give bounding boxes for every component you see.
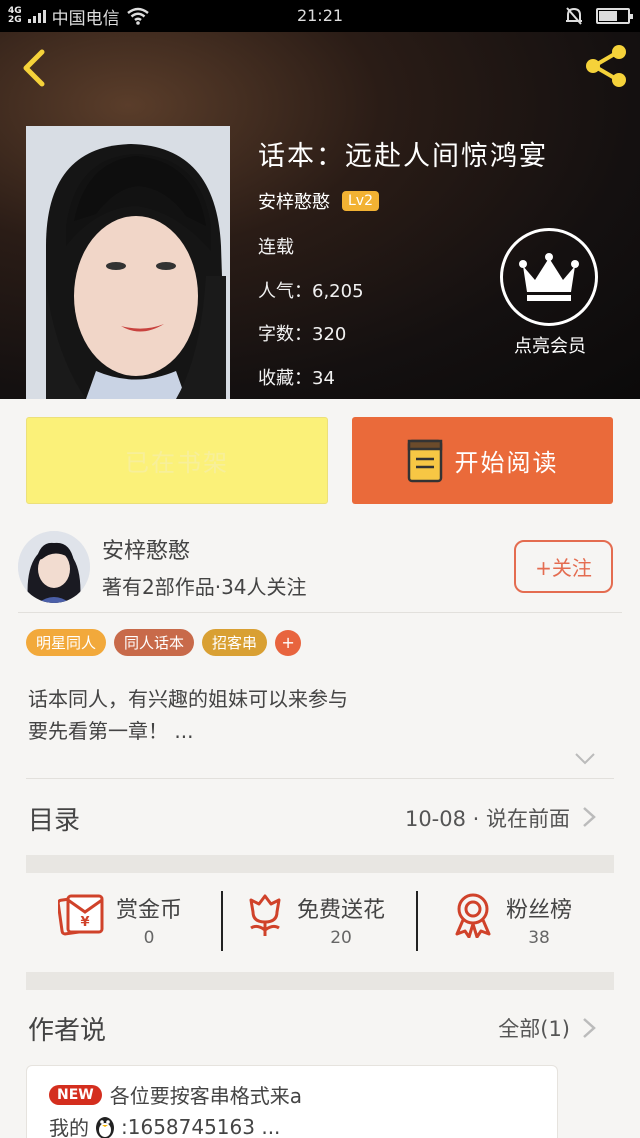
follow-label: +关注 — [535, 556, 592, 580]
vip-label: 点亮会员 — [514, 336, 586, 357]
stat-label: 赏金币 — [116, 898, 183, 923]
popularity: 人气：6,205 — [258, 281, 364, 302]
stat-value: 0 — [143, 928, 155, 948]
medal-icon — [455, 893, 491, 938]
clock: 21:21 — [296, 6, 344, 25]
serial-status: 连载 — [258, 237, 294, 258]
stat-label: 免费送花 — [297, 898, 386, 923]
tag-item[interactable]: 同人话本 — [114, 629, 195, 656]
divider — [26, 778, 614, 779]
tag-item[interactable]: 招客串 — [202, 629, 268, 656]
battery-icon — [596, 8, 633, 24]
author-stats: 著有2部作品·34人关注 — [102, 575, 307, 599]
chevron-right-icon[interactable] — [582, 806, 596, 828]
on-shelf-label: 已在书架 — [125, 449, 229, 477]
catalog-label[interactable]: 目录 — [28, 800, 80, 837]
author-row: 安梓憨憨 Lv2 — [258, 188, 379, 214]
send-flowers-button[interactable]: 免费送花 20 — [245, 892, 385, 952]
svg-text:¥: ¥ — [80, 915, 89, 930]
description-line: 话本同人，有兴趣的姐妹可以来参与 — [28, 687, 348, 711]
author-says-label: 作者说 — [28, 1016, 107, 1046]
add-tag-button[interactable]: + — [275, 629, 302, 656]
author-avatar[interactable] — [18, 531, 90, 603]
book-description: 话本同人，有兴趣的姐妹可以来参与 要先看第一章！ ... — [28, 683, 588, 747]
chevron-right-icon[interactable] — [582, 1017, 596, 1039]
share-icon[interactable] — [582, 42, 630, 90]
book-title: 话本：远赴人间惊鸿宴 — [258, 141, 548, 172]
qq-penguin-icon — [96, 1116, 114, 1138]
view-all-link[interactable]: 全部(1) — [498, 1013, 570, 1043]
start-reading-button[interactable]: 开始阅读 — [352, 417, 613, 504]
author-note-card[interactable]: NEW 各位要按客串格式来a 我的 :1658745163 ... — [26, 1065, 558, 1138]
author-name-header[interactable]: 安梓憨憨 — [258, 188, 330, 214]
favorites-count: 收藏：34 — [258, 368, 335, 389]
divider — [18, 612, 622, 613]
cover-portrait-image — [26, 126, 230, 399]
stat-value: 38 — [528, 928, 550, 948]
red-envelope-icon: ¥ — [58, 894, 104, 936]
book-cover[interactable] — [26, 126, 230, 399]
divider — [221, 891, 223, 951]
description-line: 要先看第一章！ ... — [28, 719, 194, 743]
note-text: 我的 — [49, 1116, 89, 1138]
word-count: 字数：320 — [258, 324, 347, 345]
follow-button[interactable]: +关注 — [514, 540, 613, 593]
level-badge: Lv2 — [342, 191, 379, 211]
section-band — [26, 855, 614, 873]
reward-coins-button[interactable]: ¥ 赏金币 0 — [58, 892, 182, 952]
stat-value: 20 — [330, 928, 352, 948]
flower-icon — [249, 894, 281, 936]
section-band — [26, 972, 614, 990]
chevron-down-icon[interactable] — [574, 752, 596, 766]
note-text: :1658745163 ... — [121, 1114, 281, 1138]
stat-label: 粉丝榜 — [506, 898, 573, 923]
book-icon — [407, 439, 442, 482]
divider — [416, 891, 418, 951]
author-name[interactable]: 安梓憨憨 — [102, 533, 190, 565]
book-header: 话本：远赴人间惊鸿宴 安梓憨憨 Lv2 连载 人气：6,205 字数：320 收… — [0, 32, 640, 399]
note-text: 各位要按客串格式来a — [109, 1084, 302, 1108]
back-icon[interactable] — [18, 46, 58, 90]
crown-icon — [519, 253, 579, 301]
start-reading-label: 开始阅读 — [454, 449, 559, 477]
on-shelf-button[interactable]: 已在书架 — [26, 417, 328, 504]
latest-chapter[interactable]: 10-08 · 说在前面 — [405, 803, 570, 833]
tag-item[interactable]: 明星同人 — [26, 629, 107, 656]
new-badge: NEW — [49, 1084, 102, 1105]
bell-muted-icon — [566, 7, 582, 25]
vip-button[interactable]: 点亮会员 — [500, 228, 600, 358]
tag-list: 明星同人 同人话本 招客串 + — [26, 629, 302, 656]
status-bar: 4G 2G 中国电信 21:21 — [0, 0, 640, 32]
fan-ranking-button[interactable]: 粉丝榜 38 — [452, 892, 572, 952]
avatar-image — [18, 531, 90, 603]
